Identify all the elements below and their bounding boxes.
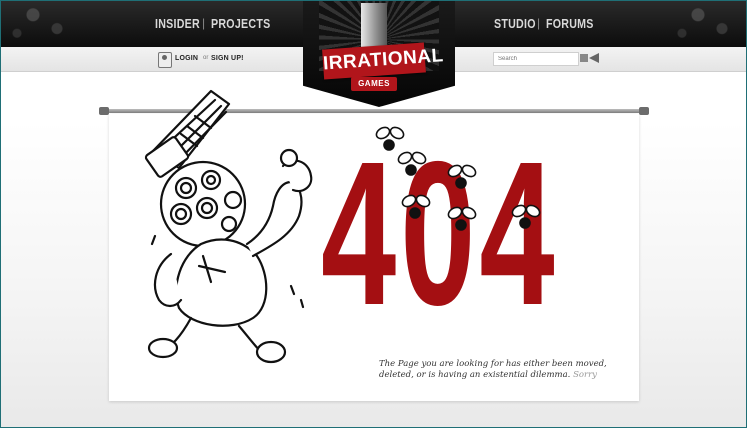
- fly-bug-icon: [397, 151, 427, 176]
- nav-separator: |: [537, 16, 541, 30]
- nav-forums[interactable]: FORUMS: [546, 16, 594, 31]
- fly-bug-icon: [511, 204, 541, 229]
- user-card-icon: [158, 52, 172, 68]
- or-label: or: [203, 55, 209, 61]
- big-daddy-illustration: [144, 89, 313, 364]
- sign-bracket-right: [639, 107, 649, 115]
- sorry-text: Sorry: [573, 370, 597, 380]
- fly-bug-icon: [375, 126, 405, 151]
- sign-bracket-left: [99, 107, 109, 115]
- nav-insider[interactable]: INSIDER: [155, 16, 200, 31]
- nav-separator: |: [202, 16, 206, 30]
- nav-projects[interactable]: PROJECTS: [211, 16, 270, 31]
- error-message: The Page you are looking for has either …: [379, 359, 619, 381]
- fly-bug-icon: [401, 194, 431, 219]
- logo-tower-graphic: [361, 3, 387, 51]
- nav-decoration-left: [1, 1, 81, 47]
- signup-link[interactable]: SIGN UP!: [211, 55, 244, 62]
- login-link[interactable]: LOGIN: [175, 55, 198, 62]
- fly-bug-icon: [447, 206, 477, 231]
- nav-decoration-right: [666, 1, 746, 47]
- fly-bug-group: [375, 126, 541, 231]
- nav-studio[interactable]: STUDIO: [494, 16, 536, 31]
- search-arrow-icon[interactable]: [579, 51, 601, 65]
- logo-subtitle: GAMES: [351, 77, 397, 91]
- search-input[interactable]: [493, 52, 579, 66]
- page-frame: INSIDER | PROJECTS STUDIO | FORUMS LOGIN…: [0, 0, 747, 428]
- fly-bug-icon: [447, 164, 477, 189]
